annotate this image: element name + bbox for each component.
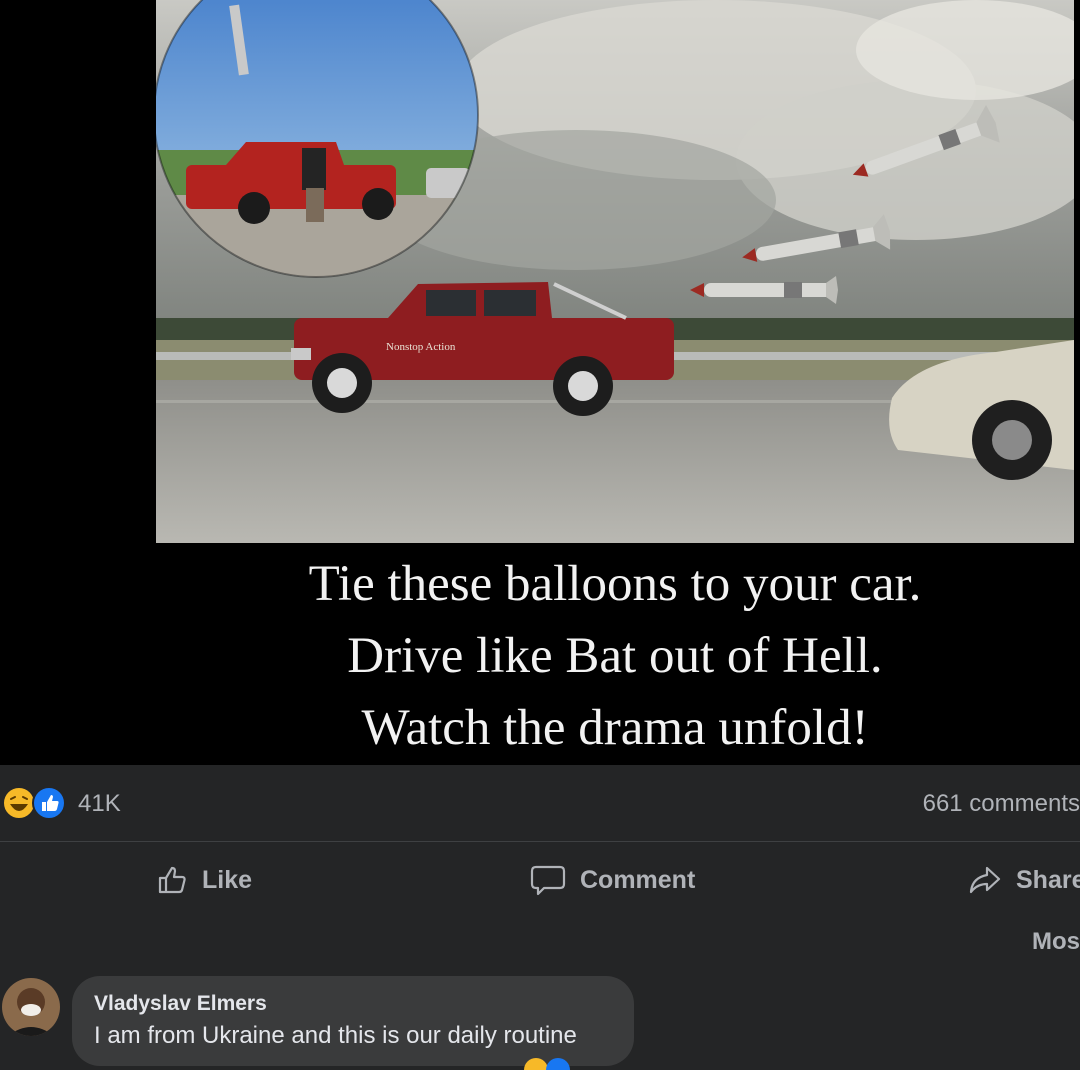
svg-text:Nonstop Action: Nonstop Action [386,341,456,353]
comments-count[interactable]: 661 comments [923,790,1080,818]
comment-icon [530,865,566,896]
caption-line: Drive like Bat out of Hell. [347,628,883,684]
reaction-count[interactable]: 41K [78,790,121,818]
caption-line: Watch the drama unfold! [361,700,869,756]
haha-icon[interactable] [2,786,36,820]
comment-text: I am from Ukraine and this is our daily … [94,1022,577,1049]
comment-reaction-icons[interactable] [518,1050,578,1070]
like-icon[interactable] [32,786,66,820]
post-photo[interactable]: Nonstop Action [156,0,1074,543]
like-label: Like [202,865,253,894]
like-button[interactable]: Like [156,860,252,900]
comment-sort-dropdown[interactable]: Mos [1032,928,1080,956]
comment-author[interactable]: Vladyslav Elmers [94,992,267,1016]
post-caption: Tie these balloons to your car. Drive li… [156,548,1074,764]
comment-label: Comment [580,865,696,894]
share-label: Share [1016,865,1080,894]
thumbs-up-icon [158,866,186,894]
avatar[interactable] [2,978,60,1036]
share-icon [969,866,1001,894]
post-media[interactable]: Nonstop Action Tie these balloons to you… [0,0,1080,765]
share-button[interactable]: Share [968,860,1080,900]
caption-line: Tie these balloons to your car. [308,556,922,612]
comment-button[interactable]: Comment [530,860,695,900]
reactions-bar [0,765,1080,842]
